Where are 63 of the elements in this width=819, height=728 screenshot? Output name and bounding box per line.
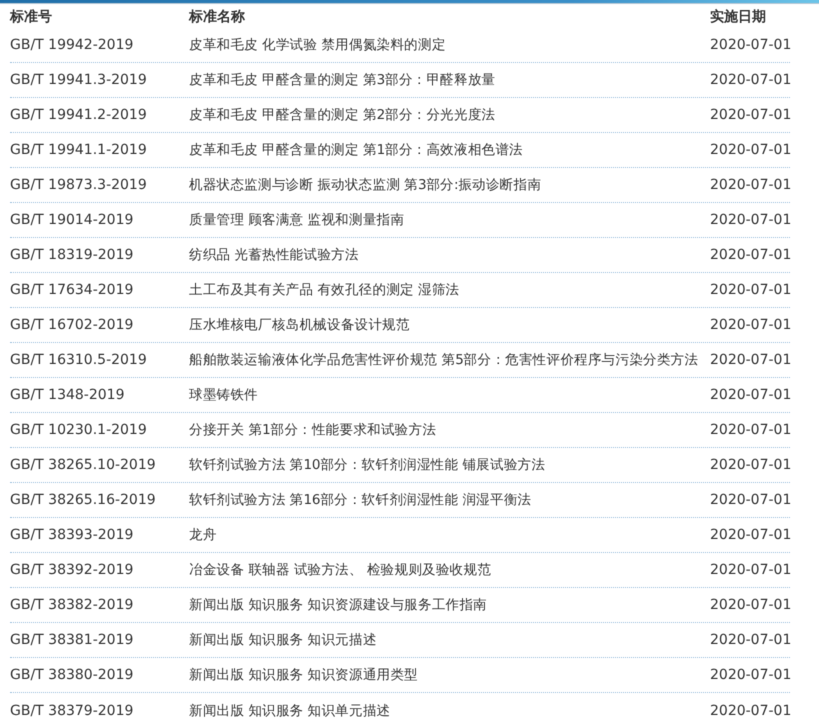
table-cell: GB/T 17634-2019 [10,282,134,298]
table-cell: 2020-07-01 [710,107,792,123]
table-cell[interactable]: 土工布及其有关产品 有效孔径的测定 湿筛法 [189,281,460,299]
table-cell[interactable]: 软钎剂试验方法 第10部分：软钎剂润湿性能 铺展试验方法 [189,456,546,474]
table-cell[interactable]: 皮革和毛皮 甲醛含量的测定 第1部分：高效液相色谱法 [189,141,523,159]
table-cell: 2020-07-01 [710,702,792,718]
table-cell: GB/T 38265.16-2019 [10,492,156,508]
table-cell: 2020-07-01 [710,247,792,263]
table-cell[interactable]: 冶金设备 联轴器 试验方法、 检验规则及验收规范 [189,561,492,579]
table-cell[interactable]: 纺织品 光蓄热性能试验方法 [189,246,359,264]
table-cell: 2020-07-01 [710,352,792,368]
table-cell: 2020-07-01 [710,37,792,53]
table-cell: GB/T 38382-2019 [10,597,134,613]
table-cell: GB/T 19941.1-2019 [10,142,147,158]
table-cell[interactable]: 分接开关 第1部分：性能要求和试验方法 [189,421,436,439]
table-cell: GB/T 16702-2019 [10,317,134,333]
table-cell[interactable]: 新闻出版 知识服务 知识资源建设与服务工作指南 [189,596,487,614]
table-cell[interactable]: 新闻出版 知识服务 知识单元描述 [189,702,390,720]
table-cell: 2020-07-01 [710,72,792,88]
table-cell: 2020-07-01 [710,177,792,193]
table-cell: GB/T 18319-2019 [10,247,134,263]
table-cell: 2020-07-01 [710,422,792,438]
table-cell[interactable]: 船舶散装运输液体化学品危害性评价规范 第5部分：危害性评价程序与污染分类方法 [189,351,698,369]
table-cell: GB/T 19942-2019 [10,37,134,53]
column-header: 实施日期 [710,8,766,26]
table-cell: GB/T 10230.1-2019 [10,422,147,438]
table-cell[interactable]: 机器状态监测与诊断 振动状态监测 第3部分:振动诊断指南 [189,176,542,194]
table-cell[interactable]: 质量管理 顾客满意 监视和测量指南 [189,211,404,229]
column-header: 标准号 [10,8,52,26]
table-cell[interactable]: 新闻出版 知识服务 知识元描述 [189,631,377,649]
table-cell: 2020-07-01 [710,387,792,403]
table-cell: GB/T 38380-2019 [10,667,134,683]
table-cell: 2020-07-01 [710,527,792,543]
table-cell[interactable]: 压水堆核电厂核岛机械设备设计规范 [189,316,410,334]
table-cell: 2020-07-01 [710,317,792,333]
table-cell[interactable]: 皮革和毛皮 甲醛含量的测定 第2部分：分光光度法 [189,106,496,124]
table-cell: 2020-07-01 [710,142,792,158]
table-cell[interactable]: 皮革和毛皮 化学试验 禁用偶氮染料的测定 [189,36,446,54]
table-cell: GB/T 38392-2019 [10,562,134,578]
table-cell: 2020-07-01 [710,667,792,683]
table-cell: GB/T 19941.3-2019 [10,72,147,88]
table-cell[interactable]: 新闻出版 知识服务 知识资源通用类型 [189,666,418,684]
table-cell: 2020-07-01 [710,597,792,613]
table-cell: 2020-07-01 [710,457,792,473]
table-cell: 2020-07-01 [710,562,792,578]
table-cell: GB/T 19014-2019 [10,212,134,228]
table-cell[interactable]: 皮革和毛皮 甲醛含量的测定 第3部分：甲醛释放量 [189,71,496,89]
table-cell: 2020-07-01 [710,282,792,298]
table-cell: 2020-07-01 [710,632,792,648]
table-cell[interactable]: 球墨铸铁件 [189,386,258,404]
table-cell: 2020-07-01 [710,492,792,508]
table-cell: 2020-07-01 [710,212,792,228]
table-cell[interactable]: 龙舟 [189,526,217,544]
table-cell: GB/T 38381-2019 [10,632,134,648]
table-cell: GB/T 1348-2019 [10,387,124,403]
table-cell: GB/T 19941.2-2019 [10,107,147,123]
table-cell: GB/T 38393-2019 [10,527,134,543]
table-cell: GB/T 38265.10-2019 [10,457,156,473]
table-cell: GB/T 19873.3-2019 [10,177,147,193]
table-cell[interactable]: 软钎剂试验方法 第16部分：软钎剂润湿性能 润湿平衡法 [189,491,532,509]
table-cell: GB/T 38379-2019 [10,702,134,718]
column-header: 标准名称 [189,8,245,26]
table-cell: GB/T 16310.5-2019 [10,352,147,368]
